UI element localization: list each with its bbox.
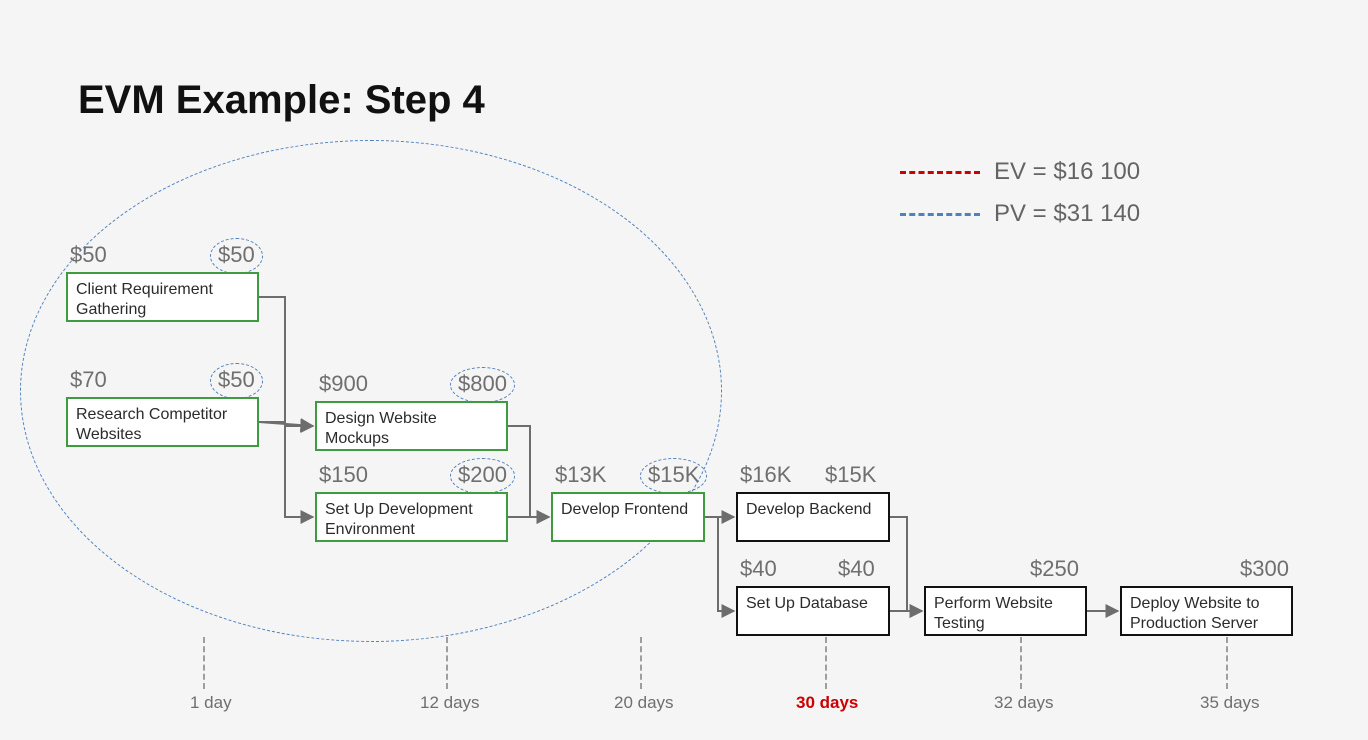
cost-right-deploy: $300 bbox=[1240, 556, 1289, 582]
cost-left-backend: $16K bbox=[740, 462, 791, 488]
task-testing: Perform Website Testing bbox=[924, 586, 1087, 636]
timeline-label-30: 30 days bbox=[796, 693, 858, 713]
task-research: Research Competitor Websites bbox=[66, 397, 259, 447]
page-title: EVM Example: Step 4 bbox=[78, 78, 485, 123]
cost-left-research: $70 bbox=[70, 367, 107, 393]
legend-pv-dash bbox=[900, 213, 980, 216]
legend-pv-text: PV = $31 140 bbox=[994, 200, 1140, 228]
timeline-line-12 bbox=[446, 637, 448, 689]
cost-right-mockups: $800 bbox=[450, 367, 515, 403]
timeline-line-35 bbox=[1226, 637, 1228, 689]
cost-right-testing: $250 bbox=[1030, 556, 1079, 582]
cost-right-research: $50 bbox=[210, 363, 263, 399]
task-setup-env: Set Up Development Environment bbox=[315, 492, 508, 542]
cost-right-setup-env: $200 bbox=[450, 458, 515, 494]
legend: EV = $16 100 PV = $31 140 bbox=[900, 158, 1140, 242]
timeline-line-32 bbox=[1020, 637, 1022, 689]
task-backend: Develop Backend bbox=[736, 492, 890, 542]
task-deploy: Deploy Website to Production Server bbox=[1120, 586, 1293, 636]
task-frontend: Develop Frontend bbox=[551, 492, 705, 542]
cost-left-setup-env: $150 bbox=[319, 462, 368, 488]
timeline-line-1 bbox=[203, 637, 205, 689]
legend-ev-text: EV = $16 100 bbox=[994, 158, 1140, 186]
cost-left-database: $40 bbox=[740, 556, 777, 582]
legend-ev: EV = $16 100 bbox=[900, 158, 1140, 186]
legend-pv: PV = $31 140 bbox=[900, 200, 1140, 228]
timeline-label-20: 20 days bbox=[614, 693, 674, 713]
timeline-label-1: 1 day bbox=[190, 693, 232, 713]
cost-left-mockups: $900 bbox=[319, 371, 368, 397]
diagram-canvas: EVM Example: Step 4 EV = $16 100 PV = $3… bbox=[0, 0, 1368, 740]
cost-right-backend: $15K bbox=[825, 462, 876, 488]
cost-right-client-req: $50 bbox=[210, 238, 263, 274]
task-client-req: Client Requirement Gathering bbox=[66, 272, 259, 322]
timeline-line-20 bbox=[640, 637, 642, 689]
timeline-line-30 bbox=[825, 637, 827, 689]
task-mockups: Design Website Mockups bbox=[315, 401, 508, 451]
task-database: Set Up Database bbox=[736, 586, 890, 636]
timeline-label-12: 12 days bbox=[420, 693, 480, 713]
legend-ev-dash bbox=[900, 171, 980, 174]
cost-right-frontend: $15K bbox=[640, 458, 707, 494]
cost-left-frontend: $13K bbox=[555, 462, 606, 488]
ev-boundary-ellipse bbox=[20, 140, 722, 642]
cost-left-client-req: $50 bbox=[70, 242, 107, 268]
cost-right-database: $40 bbox=[838, 556, 875, 582]
timeline-label-32: 32 days bbox=[994, 693, 1054, 713]
timeline-label-35: 35 days bbox=[1200, 693, 1260, 713]
